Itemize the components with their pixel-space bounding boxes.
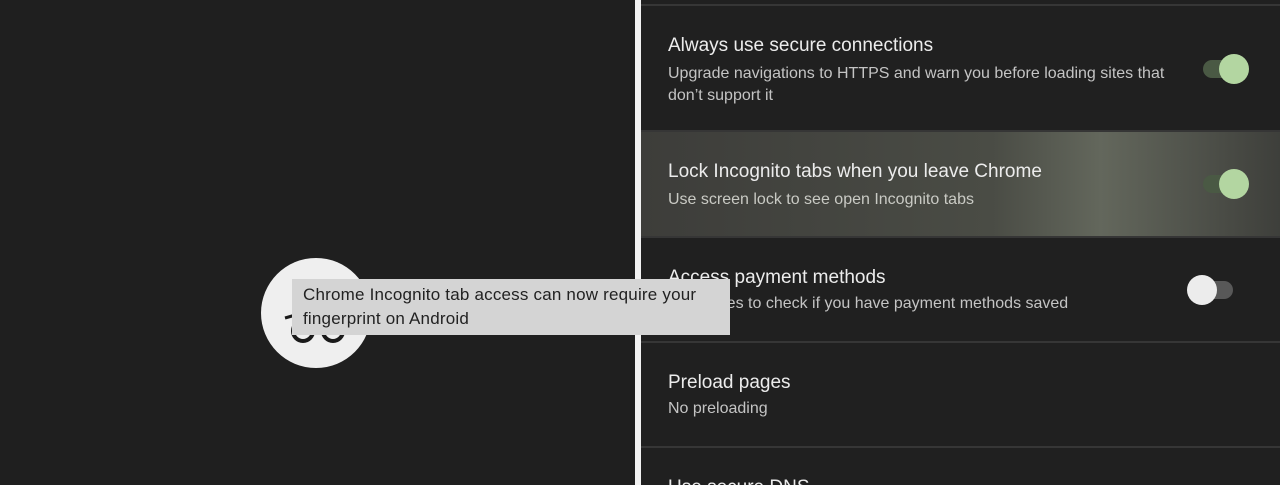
payment-methods-toggle[interactable] bbox=[1187, 275, 1235, 305]
setting-access-payment-methods[interactable]: Access payment methods Allow sites to ch… bbox=[641, 238, 1280, 343]
setting-title: Lock Incognito tabs when you leave Chrom… bbox=[668, 161, 1042, 182]
toggle-thumb bbox=[1219, 169, 1249, 199]
lock-incognito-toggle[interactable] bbox=[1201, 169, 1249, 199]
setting-lock-incognito-tabs[interactable]: Lock Incognito tabs when you leave Chrom… bbox=[641, 132, 1280, 238]
toggle-thumb bbox=[1219, 54, 1249, 84]
left-panel bbox=[0, 0, 635, 485]
secure-connections-toggle[interactable] bbox=[1201, 54, 1249, 84]
setting-title: Use secure DNS bbox=[668, 477, 810, 485]
setting-subtitle: Allow sites to check if you have payment… bbox=[668, 295, 1069, 312]
toggle-thumb bbox=[1187, 275, 1217, 305]
setting-preload-pages[interactable]: Preload pages No preloading bbox=[641, 343, 1280, 448]
setting-title: Always use secure connections bbox=[668, 35, 934, 56]
setting-title: Preload pages bbox=[668, 372, 791, 393]
setting-use-secure-dns[interactable]: Use secure DNS bbox=[641, 448, 1280, 485]
article-caption: Chrome Incognito tab access can now requ… bbox=[292, 279, 730, 335]
screenshot-stage: Always use secure connections Upgrade na… bbox=[0, 0, 1280, 485]
setting-subtitle: Use screen lock to see open Incognito ta… bbox=[668, 191, 974, 208]
setting-always-secure-connections[interactable]: Always use secure connections Upgrade na… bbox=[641, 6, 1280, 132]
setting-subtitle: No preloading bbox=[668, 400, 768, 417]
setting-subtitle: Upgrade navigations to HTTPS and warn yo… bbox=[668, 65, 1165, 104]
privacy-security-settings: Always use secure connections Upgrade na… bbox=[641, 0, 1280, 485]
